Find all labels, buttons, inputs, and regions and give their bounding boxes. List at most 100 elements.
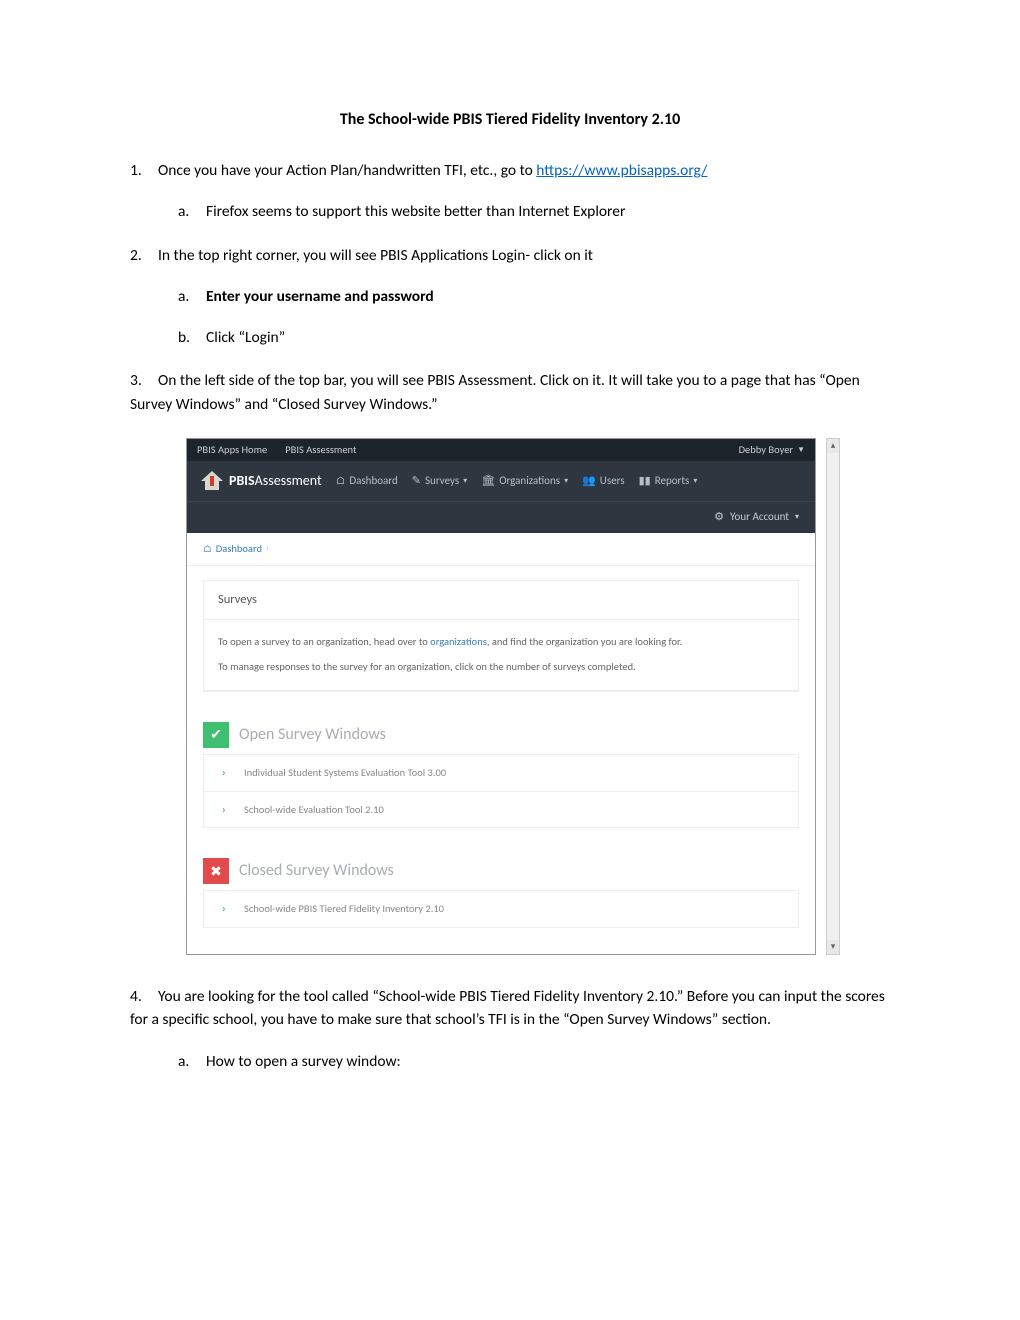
link-organizations[interactable]: organizations — [430, 635, 487, 648]
panel-body: To open a survey to an organization, hea… — [204, 620, 798, 691]
logo[interactable]: PBISAssessment — [201, 470, 322, 491]
sub-letter: a. — [178, 1050, 206, 1073]
home-icon: ⌂ — [336, 473, 346, 490]
nav-dashboard[interactable]: ⌂ Dashboard — [336, 473, 398, 490]
step-text: You are looking for the tool called “Sch… — [130, 987, 885, 1029]
sub-letter: a. — [178, 200, 206, 223]
nav-pbis-apps-home[interactable]: PBIS Apps Home — [197, 442, 267, 458]
step-4a: a.How to open a survey window: — [178, 1050, 890, 1073]
user-name: Debby Boyer — [739, 442, 794, 458]
nav-reports[interactable]: ▮▮ Reports ▾ — [639, 473, 698, 490]
logo-bold: PBIS — [229, 472, 255, 489]
chevron-right-icon: › — [222, 765, 226, 782]
ordered-list-level2: a.How to open a survey window: — [130, 1050, 890, 1073]
panel-line1: To open a survey to an organization, hea… — [218, 634, 784, 651]
nav-label: Reports — [655, 473, 690, 490]
users-icon: 👥 — [582, 473, 596, 490]
text-fragment: , and find the organization you are look… — [487, 635, 682, 648]
spacer — [187, 928, 815, 954]
sub-nav: ⚙ Your Account ▾ — [187, 501, 815, 533]
surveys-panel: Surveys To open a survey to an organizat… — [203, 580, 799, 692]
breadcrumb: ⌂ Dashboard › — [187, 533, 815, 566]
nav-label: Dashboard — [349, 473, 397, 490]
scroll-up-icon[interactable]: ▴ — [827, 439, 839, 453]
caret-down-icon: ▾ — [564, 475, 568, 487]
list-item[interactable]: › Individual Student Systems Evaluation T… — [203, 755, 799, 792]
section-title: Closed Survey Windows — [239, 859, 394, 883]
check-icon: ✔ — [203, 722, 229, 748]
section-title: Open Survey Windows — [239, 723, 386, 747]
nav-label: Organizations — [499, 473, 560, 490]
chevron-right-icon: › — [266, 542, 269, 556]
sub-letter: a. — [178, 285, 206, 308]
sub-letter: b. — [178, 326, 206, 349]
nav-your-account[interactable]: Your Account — [730, 509, 789, 526]
nav-pbis-assessment[interactable]: PBIS Assessment — [285, 442, 356, 458]
app-screenshot: PBIS Apps Home PBIS Assessment Debby Boy… — [186, 438, 816, 955]
step-text: On the left side of the top bar, you wil… — [130, 371, 860, 413]
caret-down-icon: ▾ — [463, 475, 467, 487]
building-icon: 🏛 — [481, 473, 495, 490]
breadcrumb-item[interactable]: Dashboard — [216, 541, 262, 557]
step-3: 3.On the left side of the top bar, you w… — [130, 369, 890, 955]
bar-chart-icon: ▮▮ — [639, 473, 651, 490]
logo-text: PBISAssessment — [229, 470, 322, 491]
text-fragment: Once you have your Action Plan/handwritt… — [158, 161, 536, 180]
sub-text: Click “Login” — [206, 328, 285, 347]
section-header: ✔ Open Survey Windows — [203, 722, 799, 748]
topbar-user[interactable]: Debby Boyer ▼ — [739, 442, 805, 458]
closed-list: ›School-wide PBIS Tiered Fidelity Invent… — [203, 890, 799, 928]
open-list: › Individual Student Systems Evaluation T… — [203, 754, 799, 829]
document-page: The School-wide PBIS Tiered Fidelity Inv… — [0, 0, 1020, 1153]
screenshot-container: PBIS Apps Home PBIS Assessment Debby Boy… — [186, 438, 826, 955]
gear-icon: ⚙ — [714, 509, 724, 526]
step-2: 2.In the top right corner, you will see … — [130, 244, 890, 350]
nav-surveys[interactable]: ✎ Surveys ▾ — [412, 473, 467, 490]
step-4: 4.You are looking for the tool called “S… — [130, 985, 890, 1073]
ordered-list-level2: a.Enter your username and password b.Cli… — [130, 285, 890, 350]
step-number: 2. — [130, 244, 158, 267]
sub-text-bold: Enter your username and password — [206, 287, 434, 306]
sub-text: How to open a survey window: — [206, 1052, 401, 1071]
sub-text: Firefox seems to support this website be… — [206, 202, 625, 221]
section-header: ✖ Closed Survey Windows — [203, 858, 799, 884]
step-number: 3. — [130, 369, 158, 392]
step-2b: b.Click “Login” — [178, 326, 890, 349]
list-item[interactable]: › School-wide Evaluation Tool 2.10 — [203, 792, 799, 829]
ordered-list-level2: a.Firefox seems to support this website … — [130, 200, 890, 223]
close-icon: ✖ — [203, 858, 229, 884]
logo-light: Assessment — [255, 472, 322, 489]
main-nav: PBISAssessment ⌂ Dashboard ✎ Surveys ▾ — [187, 461, 815, 501]
scrollbar[interactable]: ▴ ▾ — [826, 438, 840, 955]
panel-heading: Surveys — [204, 581, 798, 621]
step-1: 1.Once you have your Action Plan/handwri… — [130, 159, 890, 224]
step-number: 1. — [130, 159, 158, 182]
clipboard-icon: ✎ — [412, 473, 421, 490]
step-text: Once you have your Action Plan/handwritt… — [158, 161, 707, 180]
step-text: In the top right corner, you will see PB… — [158, 246, 593, 265]
logo-icon — [201, 471, 223, 491]
text-fragment: On the left side of the top bar, you wil… — [130, 371, 860, 413]
text-fragment: To open a survey to an organization, hea… — [218, 635, 430, 648]
home-icon: ⌂ — [203, 541, 212, 556]
list-item[interactable]: ›School-wide PBIS Tiered Fidelity Invent… — [203, 891, 799, 928]
nav-organizations[interactable]: 🏛 Organizations ▾ — [481, 473, 568, 490]
list-item-label: School-wide Evaluation Tool 2.10 — [244, 803, 384, 816]
scroll-down-icon[interactable]: ▾ — [827, 940, 839, 954]
caret-down-icon: ▾ — [795, 511, 799, 523]
step-number: 4. — [130, 985, 158, 1008]
caret-down-icon: ▼ — [797, 444, 805, 456]
open-survey-windows-section: ✔ Open Survey Windows › Individual Studen… — [203, 722, 799, 829]
link-pbisapps[interactable]: https://www.pbisapps.org/ — [536, 161, 707, 180]
step-2a: a.Enter your username and password — [178, 285, 890, 308]
step-1a: a.Firefox seems to support this website … — [178, 200, 890, 223]
nav-label: Surveys — [425, 473, 459, 490]
caret-down-icon: ▾ — [693, 475, 697, 487]
chevron-right-icon: › — [222, 802, 226, 819]
panel-line2: To manage responses to the survey for an… — [218, 659, 784, 676]
page-title: The School-wide PBIS Tiered Fidelity Inv… — [130, 110, 890, 129]
list-item-label: Individual Student Systems Evaluation To… — [244, 766, 446, 779]
ordered-list-level1: 1.Once you have your Action Plan/handwri… — [130, 159, 890, 1073]
list-item-label: School-wide PBIS Tiered Fidelity Invento… — [244, 902, 444, 915]
nav-users[interactable]: 👥 Users — [582, 473, 625, 490]
